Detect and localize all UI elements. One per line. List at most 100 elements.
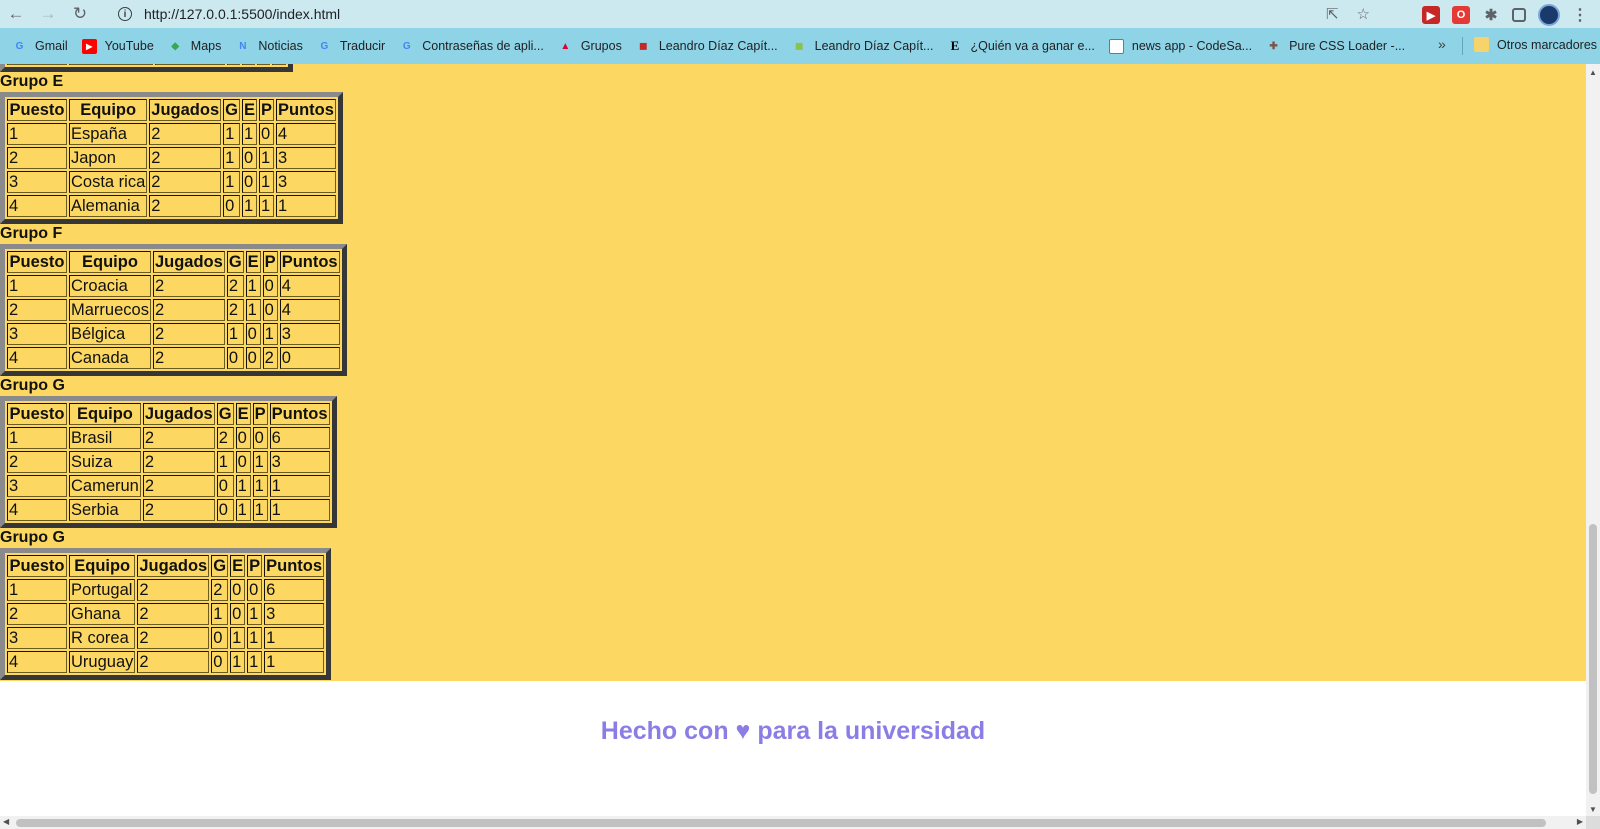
table-cell: R corea <box>69 627 136 649</box>
column-header: Puesto <box>7 403 67 425</box>
side-panel-icon[interactable] <box>1512 8 1526 22</box>
column-header: P <box>252 403 268 425</box>
table-cell: 3 <box>7 627 67 649</box>
bookmark-item[interactable]: G Gmail <box>12 39 68 54</box>
table-cell: Canada <box>69 347 151 369</box>
scroll-right-arrow-icon[interactable]: ▶ <box>1577 817 1583 826</box>
table-cell: 1 <box>241 64 256 65</box>
table-row: 3 Bélgica 2 1 0 1 3 <box>7 323 340 345</box>
table-cell: 1 <box>230 627 246 649</box>
bookmark-item[interactable]: ◼ Leandro Díaz Capít... <box>636 39 777 54</box>
table-cell: 0 <box>252 427 268 449</box>
table-cell: 4 <box>276 123 336 145</box>
table-cell: 1 <box>216 451 234 473</box>
table-cell: Ghana <box>69 603 136 625</box>
table-cell: 3 <box>154 64 225 65</box>
table-cell: 0 <box>235 451 251 473</box>
bookmark-label: Contraseñas de apli... <box>422 39 544 53</box>
star-icon[interactable]: ☆ <box>1357 5 1370 23</box>
standings-table: 3Túnez311144Dinamarca30121 <box>0 64 293 72</box>
vertical-scrollbar[interactable]: ▲ ▼ <box>1586 64 1600 816</box>
table-cell: 1 <box>245 275 261 297</box>
column-header: Puntos <box>264 555 325 577</box>
table-cell: 0 <box>262 299 278 321</box>
table-cell: 1 <box>262 323 278 345</box>
table-cell: Camerun <box>69 475 141 497</box>
column-header: G <box>223 99 240 121</box>
extension-red-icon[interactable]: ▶ <box>1422 6 1440 24</box>
table-cell: 1 <box>235 499 251 521</box>
column-header: Equipo <box>69 251 151 273</box>
column-header: G <box>211 555 229 577</box>
table-cell: 2 <box>152 323 225 345</box>
table-cell: 0 <box>223 195 240 217</box>
table-cell: 1 <box>252 451 268 473</box>
table-cell: 3 <box>7 171 67 193</box>
column-header: Puesto <box>7 555 67 577</box>
bookmark-item[interactable]: ▶ YouTube <box>81 38 154 54</box>
horizontal-scroll-thumb[interactable] <box>16 819 1546 827</box>
table-cell: 1 <box>241 123 257 145</box>
back-arrow-icon[interactable]: ← <box>0 0 32 28</box>
vertical-scroll-thumb[interactable] <box>1589 524 1597 794</box>
table-cell: 1 <box>272 64 286 65</box>
scroll-left-arrow-icon[interactable]: ◀ <box>3 817 9 826</box>
bookmark-item[interactable]: N Noticias <box>235 39 303 54</box>
profile-avatar[interactable] <box>1538 4 1560 26</box>
table-cell: 1 <box>252 499 268 521</box>
address-bar[interactable]: i http://127.0.0.1:5500/index.html ⇱ ☆ <box>110 2 1390 26</box>
scroll-up-arrow-icon[interactable]: ▲ <box>1589 68 1597 77</box>
forward-arrow-icon[interactable]: → <box>32 0 64 28</box>
puzzle-icon[interactable]: ✱ <box>1482 6 1500 24</box>
table-cell: 3 <box>7 323 67 345</box>
table-cell: España <box>69 123 148 145</box>
column-header: G <box>226 251 244 273</box>
bookmark-item[interactable]: E ¿Quién va a ganar e... <box>947 38 1095 54</box>
table-cell: 1 <box>223 147 240 169</box>
menu-kebab-icon[interactable]: ⋮ <box>1572 5 1588 25</box>
bookmark-item[interactable]: G Contraseñas de apli... <box>399 39 544 54</box>
table-cell: 2 <box>142 499 215 521</box>
table-cell: 2 <box>142 427 215 449</box>
column-header: P <box>262 251 278 273</box>
bookmark-label: Grupos <box>580 39 622 53</box>
bookmark-item[interactable]: G Traducir <box>317 39 385 54</box>
standings-table: Puesto Equipo Jugados G E P Puntos 1 Croacia 2 2 1 0… <box>0 244 347 376</box>
site-info-icon[interactable]: i <box>118 7 132 21</box>
table-row: 4 Uruguay 2 0 1 1 1 <box>7 651 325 673</box>
table-cell: 4 <box>7 64 67 65</box>
share-icon[interactable]: ⇱ <box>1326 5 1339 23</box>
table-cell: 0 <box>247 579 263 601</box>
scroll-down-arrow-icon[interactable]: ▼ <box>1589 805 1597 814</box>
table-cell: 2 <box>152 299 225 321</box>
footer-text: Hecho con ♥ para la universidad <box>600 716 986 745</box>
page-footer: Hecho con ♥ para la universidad <box>0 681 1586 781</box>
table-cell: 4 <box>279 299 340 321</box>
column-header: E <box>230 555 246 577</box>
bookmark-label: Gmail <box>35 39 68 53</box>
url-text[interactable]: http://127.0.0.1:5500/index.html <box>144 6 340 22</box>
table-cell: Costa rica <box>69 171 148 193</box>
bookmark-item[interactable]: news app - CodeSa... <box>1108 38 1252 54</box>
bookmark-item[interactable]: ◆ Maps <box>168 39 221 54</box>
table-cell: 4 <box>7 347 67 369</box>
table-cell: 2 <box>149 123 222 145</box>
reload-icon[interactable]: ↻ <box>64 0 96 28</box>
table-cell: 1 <box>223 171 240 193</box>
bookmark-item[interactable]: ✚ Pure CSS Loader -... <box>1266 39 1405 54</box>
table-cell: 2 <box>7 603 67 625</box>
bookmark-item[interactable]: ▲ Grupos <box>558 39 622 54</box>
table-cell: 0 <box>230 579 246 601</box>
table-cell: 0 <box>211 627 229 649</box>
e-icon: E <box>950 38 960 53</box>
table-cell: 2 <box>226 275 244 297</box>
horizontal-scrollbar[interactable]: ◀ ▶ <box>0 816 1586 829</box>
extension-opera-icon[interactable]: O <box>1452 6 1470 24</box>
more-bookmarks-icon[interactable]: » <box>1438 36 1446 52</box>
other-bookmarks[interactable]: Otros marcadores <box>1474 37 1597 52</box>
table-cell: 1 <box>259 171 275 193</box>
column-header: P <box>259 99 275 121</box>
table-cell: 4 <box>279 275 340 297</box>
bookmark-item[interactable]: ◼ Leandro Díaz Capít... <box>792 39 933 54</box>
blank-page-icon <box>1108 38 1124 54</box>
